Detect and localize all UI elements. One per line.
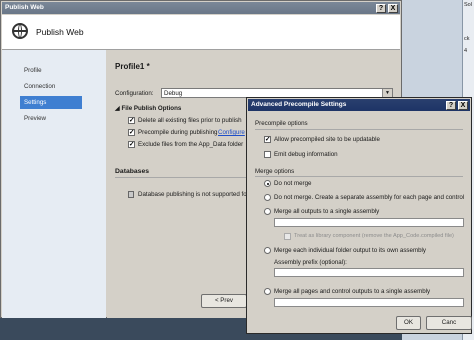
close-button[interactable]: X [388,4,398,13]
file-publish-options-heading: ◢ File Publish Options [115,105,182,112]
prev-button[interactable]: < Prev [201,294,247,308]
do-not-merge-radio[interactable] [264,180,271,187]
emit-debug-checkbox[interactable] [264,151,271,158]
background-tab-label: 4 [464,48,468,54]
advanced-dialog-title: Advanced Precompile Settings [251,101,347,108]
exclude-app-data-label: Exclude files from the App_Data folder [138,141,244,148]
separate-assembly-radio[interactable] [264,194,271,201]
advanced-precompile-dialog: Advanced Precompile Settings ? X Precomp… [246,97,472,334]
merge-pages-radio[interactable] [264,288,271,295]
background-tab-label: ck [464,36,470,42]
merge-folders-radio[interactable] [264,247,271,254]
cancel-button[interactable]: Canc [426,316,472,330]
merge-pages-name-input[interactable] [274,298,464,307]
precompile-options-label: Precompile options [255,120,308,127]
do-not-merge-label: Do not merge [274,180,312,187]
databases-heading: Databases [115,168,150,175]
assembly-prefix-input[interactable] [274,268,464,277]
treat-as-library-checkbox[interactable] [284,233,291,240]
merge-folders-label: Merge each individual folder output to i… [274,247,427,254]
configure-link[interactable]: Configure [218,129,245,136]
precompile-label: Precompile during publishing [138,129,218,136]
separate-assembly-label: Do not merge. Create a separate assembly… [274,194,465,201]
close-button[interactable]: X [458,101,468,110]
chevron-down-icon[interactable]: ▼ [382,89,392,97]
ok-button[interactable]: OK [396,316,421,330]
single-assembly-name-input[interactable] [274,218,464,227]
help-button[interactable]: ? [376,4,386,13]
database-message: Database publishing is not supported for… [138,191,258,198]
help-button[interactable]: ? [446,101,456,110]
configuration-value: Debug [164,90,183,97]
publish-web-header: Publish Web [2,15,400,50]
allow-updatable-checkbox[interactable]: ✓ [264,136,271,143]
nav-item-preview[interactable]: Preview [20,112,82,125]
delete-existing-label: Delete all existing files prior to publi… [138,117,242,124]
assembly-prefix-label: Assembly prefix (optional): [274,259,347,266]
merge-pages-label: Merge all pages and control outputs to a… [274,288,431,295]
background-tab-label: Sol [464,2,472,8]
single-assembly-label: Merge all outputs to a single assembly [274,208,380,215]
nav-item-settings[interactable]: Settings [20,96,82,109]
merge-options-label: Merge options [255,168,295,175]
delete-existing-checkbox[interactable]: ✓ [128,117,135,124]
nav-item-connection[interactable]: Connection [20,80,82,93]
file-publish-options-label: File Publish Options [121,105,182,112]
precompile-checkbox[interactable]: ✓ [128,129,135,136]
advanced-dialog-titlebar: Advanced Precompile Settings ? X [248,99,470,111]
window-title: Publish Web [5,4,44,11]
treat-as-library-label: Treat as library component (remove the A… [294,233,454,239]
wizard-nav: Profile Connection Settings Preview [2,50,106,318]
single-assembly-radio[interactable] [264,208,271,215]
configuration-label: Configuration: [115,90,154,97]
globe-icon [12,23,28,39]
exclude-app-data-checkbox[interactable]: ✓ [128,141,135,148]
allow-updatable-label: Allow precompiled site to be updatable [274,136,380,143]
emit-debug-label: Emit debug information [274,151,338,158]
database-info-icon [128,191,134,198]
nav-item-profile[interactable]: Profile [20,64,82,77]
profile-title: Profile1 * [115,62,150,71]
header-title: Publish Web [36,27,84,37]
publish-web-titlebar: Publish Web ? X [2,2,400,14]
merge-options-divider [255,176,463,177]
precompile-options-divider [255,129,463,130]
databases-divider [115,177,255,178]
